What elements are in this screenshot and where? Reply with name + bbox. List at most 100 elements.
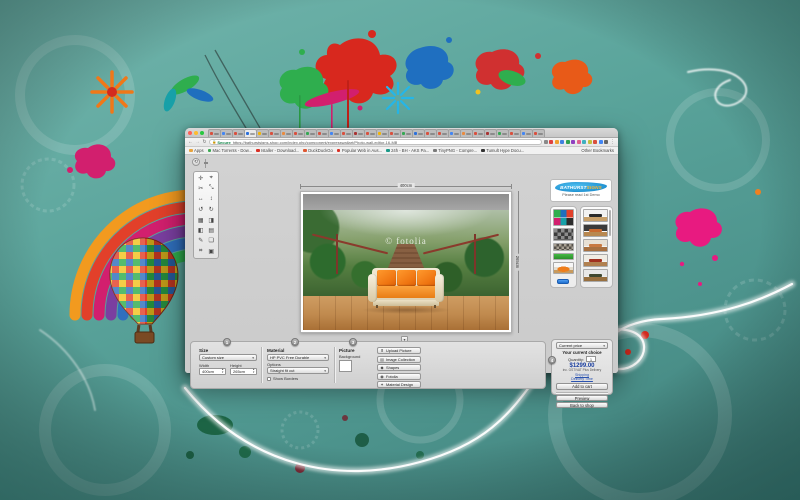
tool-button[interactable]: ⌖ <box>207 174 217 183</box>
tool-button[interactable]: ✛ <box>196 174 206 183</box>
tool-icon: ✛ <box>198 175 203 182</box>
tool-button[interactable]: ↔ <box>196 195 206 204</box>
action-button[interactable]: ⬆ Upload Picture <box>377 347 421 354</box>
extension-icon[interactable] <box>604 140 608 144</box>
preview-button[interactable]: Preview <box>556 395 608 401</box>
zoom-reset-button[interactable]: ⟲ <box>192 158 200 166</box>
extension-icon[interactable] <box>549 140 553 144</box>
action-button[interactable]: ◉ Fotolia <box>377 373 421 380</box>
tool-button[interactable]: ⌗ <box>196 247 206 256</box>
room-scene-thumbnail[interactable] <box>583 254 608 267</box>
width-input[interactable]: 400cm ▲▼ <box>199 368 226 375</box>
room-scene-thumbnail[interactable] <box>583 239 608 252</box>
browser-tab[interactable] <box>532 129 545 137</box>
extension-icon[interactable] <box>588 140 592 144</box>
tool-button[interactable]: ✎ <box>196 236 206 245</box>
height-stepper[interactable]: ▲▼ <box>252 369 255 374</box>
room-scene-thumbnail[interactable] <box>583 269 608 282</box>
tab-favicon <box>462 132 465 135</box>
bookmark-item[interactable]: Tumult Hype Docu... <box>481 148 524 153</box>
extension-icon[interactable] <box>571 140 575 144</box>
size-preset-dropdown[interactable]: Custom size▾ <box>199 354 257 361</box>
tool-button[interactable]: ↺ <box>196 205 206 214</box>
chevron-down-icon: ▾ <box>324 369 326 373</box>
close-window-button[interactable] <box>188 131 192 135</box>
bookmark-item[interactable]: Mac Torrents - Dow... <box>208 148 252 153</box>
bookmark-label: 24h - BH - AKS Pa... <box>391 148 429 153</box>
options-dropdown[interactable]: Straight fit cut▾ <box>267 367 329 374</box>
design-canvas[interactable]: © fotolia <box>300 191 512 333</box>
zoom-slider-handle[interactable] <box>204 162 208 164</box>
orange-flower <box>92 72 132 112</box>
extension-icon[interactable] <box>566 140 570 144</box>
quantity-input[interactable]: 1 <box>586 356 596 362</box>
delivery-time-link[interactable]: Delivery Time <box>555 377 609 381</box>
tool-button[interactable]: ▦ <box>196 216 206 225</box>
tool-button[interactable]: ❏ <box>207 236 217 245</box>
width-stepper[interactable]: ▲▼ <box>221 369 224 374</box>
zoom-window-button[interactable] <box>200 131 204 135</box>
bookmark-favicon <box>303 149 307 153</box>
tool-button[interactable]: ↕ <box>207 195 217 204</box>
collection-more-button[interactable] <box>557 279 569 284</box>
price-mode-dropdown[interactable]: Current price▾ <box>556 342 608 349</box>
extension-icon[interactable] <box>544 140 548 144</box>
collection-thumbnail[interactable] <box>553 253 574 260</box>
tab-title-text <box>358 133 363 135</box>
collection-thumbnail[interactable] <box>553 243 574 251</box>
room-scene-thumbnail[interactable] <box>583 224 608 237</box>
forward-icon[interactable]: → <box>195 140 200 145</box>
extension-icon[interactable] <box>593 140 597 144</box>
scenes-scrollbar[interactable] <box>609 210 611 236</box>
other-bookmarks[interactable]: Other Bookmarks <box>581 148 614 153</box>
step-4-badge: 4 <box>548 356 556 364</box>
tool-button[interactable]: ↻ <box>207 205 217 214</box>
tool-button[interactable]: ✂ <box>196 184 206 193</box>
extension-icon[interactable] <box>582 140 586 144</box>
extension-icon[interactable] <box>577 140 581 144</box>
shop-logo-card[interactable]: BATHURSTSIGNS Please read 1st Demo <box>550 179 612 202</box>
extension-icons <box>544 140 609 144</box>
tool-button[interactable]: ▣ <box>207 247 217 256</box>
bookmark-item[interactable]: TinyPNG - Compre... <box>433 148 477 153</box>
size-title: Size <box>199 348 257 353</box>
action-button[interactable]: ▤ Image Collection <box>377 356 421 363</box>
extension-icon[interactable] <box>560 140 564 144</box>
bookmark-item[interactable]: Popular Web in Aus... <box>337 148 382 153</box>
collection-thumbnail[interactable] <box>553 228 574 241</box>
tool-button[interactable]: ◨ <box>207 216 217 225</box>
quantity-label: Quantity: <box>568 357 584 362</box>
minimize-window-button[interactable] <box>194 131 198 135</box>
reload-icon[interactable]: ↻ <box>202 140 207 145</box>
action-button[interactable]: ✦ Material Design <box>377 381 421 388</box>
bookmark-item[interactable]: Apps <box>189 148 204 153</box>
collection-thumbnail[interactable] <box>553 262 574 274</box>
room-scene-thumbnail[interactable] <box>583 209 608 222</box>
action-label: Material Design <box>386 382 413 387</box>
zoom-slider[interactable] <box>205 159 206 168</box>
height-input[interactable]: 265cm ▲▼ <box>230 368 257 375</box>
extension-icon[interactable] <box>555 140 559 144</box>
tab-title-text <box>394 133 399 135</box>
tool-button[interactable]: ⤡ <box>207 184 217 193</box>
show-borders-checkbox[interactable] <box>267 377 271 381</box>
add-to-cart-button[interactable]: Add to cart <box>556 383 608 390</box>
action-button[interactable]: ◆ Shapes <box>377 364 421 371</box>
chrome-menu-icon[interactable]: ⋮ <box>610 139 615 145</box>
bookmark-item[interactable]: 24h - BH - AKS Pa... <box>386 148 429 153</box>
collection-thumbnail[interactable] <box>553 209 574 226</box>
tab-favicon <box>498 132 501 135</box>
address-bar[interactable]: 🔒 Secure https://bathurstsigns-shop.com/… <box>209 139 542 145</box>
background-swatch[interactable] <box>339 360 352 372</box>
bookmark-item[interactable]: Istaller - Download... <box>256 148 299 153</box>
tool-icon: ❏ <box>209 237 214 244</box>
material-dropdown[interactable]: HP PVC Free Durable▾ <box>267 354 329 361</box>
tool-button[interactable]: ▤ <box>207 226 217 235</box>
tool-button[interactable]: ◧ <box>196 226 206 235</box>
back-icon[interactable]: ← <box>188 140 193 145</box>
tab-title-text <box>526 133 531 135</box>
extension-icon[interactable] <box>599 140 603 144</box>
bookmark-item[interactable]: DuckDuckGo <box>303 148 333 153</box>
back-to-shop-button[interactable]: Back to shop <box>556 402 608 408</box>
tab-favicon <box>222 132 225 135</box>
